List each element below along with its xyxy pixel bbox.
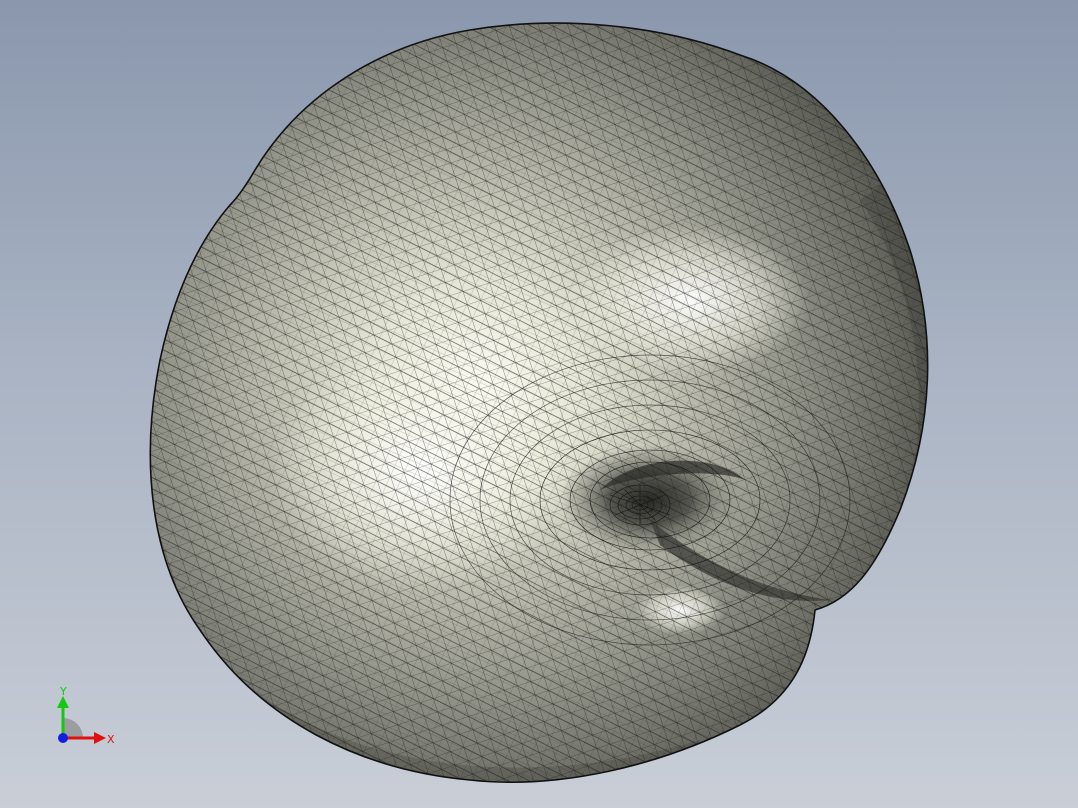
graphics-viewport[interactable]: Y X	[0, 0, 1078, 808]
apple-mesh-model[interactable]	[0, 0, 1078, 808]
y-axis-label: Y	[59, 686, 67, 698]
x-axis-label: X	[107, 733, 115, 746]
reference-triad: Y X	[57, 686, 115, 746]
z-axis-dot	[58, 733, 68, 743]
